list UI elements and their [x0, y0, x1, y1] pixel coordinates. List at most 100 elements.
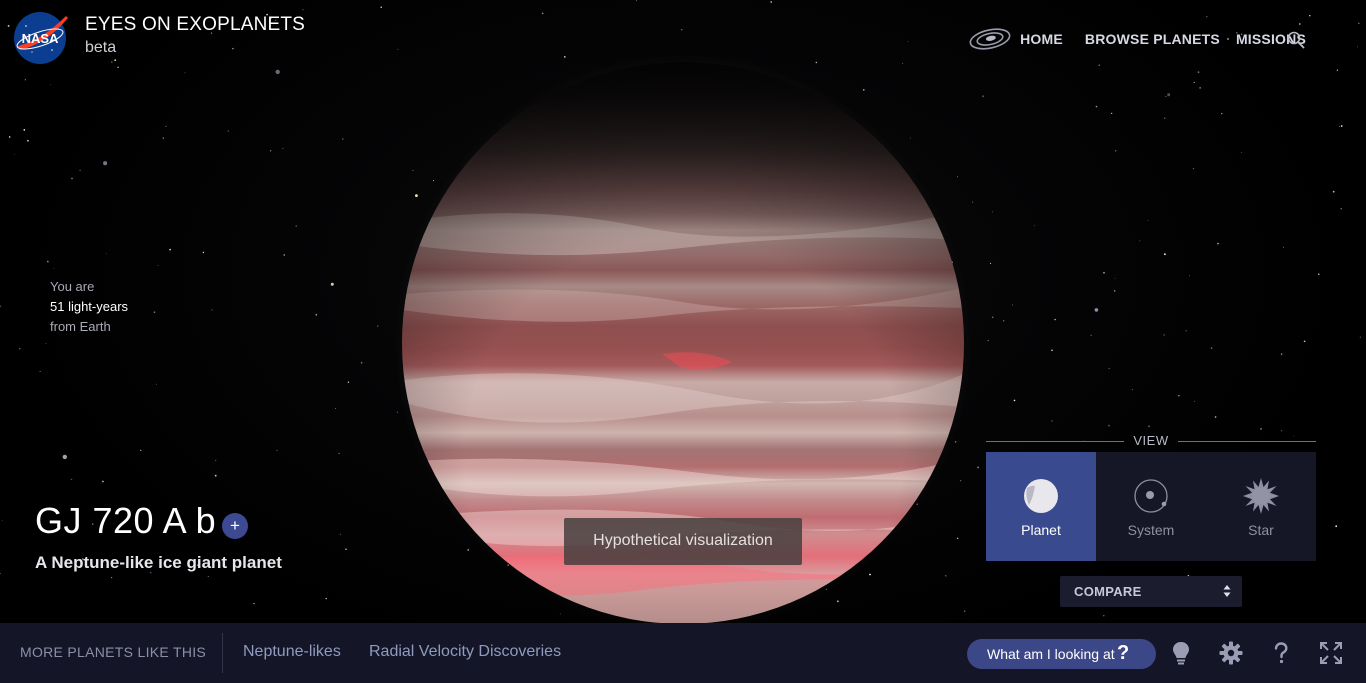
star-dot	[157, 264, 159, 266]
galaxy-icon[interactable]	[968, 26, 1012, 52]
star-dot	[1217, 242, 1219, 245]
help-icon[interactable]	[1268, 640, 1294, 666]
nasa-logo[interactable]: NASA	[12, 10, 68, 66]
what-am-i-looking-at-button[interactable]: What am I looking at ?	[967, 639, 1156, 669]
view-star-label: Star	[1248, 522, 1274, 538]
search-icon[interactable]	[1286, 30, 1306, 50]
star-dot	[1054, 318, 1056, 321]
star-dot	[169, 248, 171, 251]
star-dot	[339, 533, 341, 535]
tag-radial-velocity[interactable]: Radial Velocity Discoveries	[369, 643, 561, 661]
star-dot	[1167, 93, 1171, 97]
star-dot	[117, 66, 119, 69]
star-dot	[45, 343, 47, 344]
star-dot	[1094, 308, 1099, 312]
star-dot	[79, 169, 81, 172]
star-dot	[71, 177, 73, 180]
star-dot	[1336, 69, 1339, 71]
star-dot	[1098, 64, 1100, 66]
star-dot	[302, 9, 304, 11]
star-dot	[1309, 14, 1311, 17]
bottom-bar-divider	[222, 633, 223, 673]
star-dot	[1340, 125, 1343, 127]
planet-name: GJ 720 A b	[35, 500, 217, 541]
bottom-bar: MORE PLANETS LIKE THIS Neptune-likes Rad…	[0, 623, 1366, 683]
star-dot	[1340, 208, 1342, 210]
star-dot	[972, 201, 974, 203]
view-star-button[interactable]: Star	[1206, 452, 1316, 561]
view-system-button[interactable]: System	[1096, 452, 1206, 561]
star-dot	[907, 41, 909, 43]
star-dot	[24, 78, 27, 81]
star-dot	[269, 150, 272, 152]
distance-value: 51 light-years	[50, 299, 129, 314]
compare-dropdown[interactable]: COMPARE	[1060, 576, 1242, 607]
app-subtitle: beta	[85, 39, 117, 56]
star-dot	[0, 305, 2, 308]
view-selector: Planet System Star	[986, 452, 1316, 561]
star-dot	[165, 125, 167, 127]
star-dot	[1095, 105, 1098, 108]
planet-description: A Neptune-like ice giant planet	[35, 553, 282, 572]
star-dot	[376, 325, 379, 327]
star-dot	[62, 454, 67, 460]
star-dot	[397, 49, 399, 51]
star-dot	[105, 253, 107, 254]
star-dot	[1147, 219, 1149, 221]
star-dot	[992, 211, 993, 213]
star-dot	[140, 449, 142, 451]
nav-browse-planets[interactable]: BROWSE PLANETS	[1085, 31, 1220, 47]
view-planet-label: Planet	[1021, 522, 1061, 538]
star-dot	[1298, 23, 1301, 25]
gear-icon[interactable]	[1218, 640, 1244, 666]
star-dot	[1199, 87, 1201, 89]
star-dot	[1033, 225, 1035, 227]
star-dot	[360, 362, 363, 364]
add-to-favorites-button[interactable]: +	[222, 513, 248, 539]
star-dot	[114, 59, 117, 62]
star-dot	[345, 548, 347, 550]
nav-home[interactable]: HOME	[1020, 31, 1063, 47]
space-viewport[interactable]: NASA EYES ON EXOPLANETS beta HOME BROWSE…	[0, 0, 1366, 683]
hypothetical-visualization-badge: Hypothetical visualization	[564, 518, 802, 565]
star-dot	[1131, 389, 1133, 391]
star-dot	[1148, 425, 1150, 427]
sort-arrows-icon	[1223, 585, 1231, 597]
star-dot	[282, 147, 284, 149]
star-dot	[770, 1, 773, 3]
tag-neptune-likes[interactable]: Neptune-likes	[243, 643, 341, 661]
star-dot	[202, 251, 205, 254]
star-dot	[681, 29, 683, 31]
star-dot	[1103, 271, 1105, 274]
star-dot	[1108, 368, 1110, 370]
star-dot	[7, 24, 10, 27]
app-title[interactable]: EYES ON EXOPLANETS	[85, 14, 305, 36]
star-dot	[275, 69, 280, 75]
star-dot	[1206, 15, 1208, 18]
star-dot	[1163, 253, 1166, 256]
star-icon	[1243, 478, 1279, 514]
star-dot	[184, 72, 186, 74]
star-dot	[232, 47, 234, 50]
star-dot	[156, 383, 157, 385]
star-dot	[541, 12, 544, 15]
star-dot	[227, 130, 229, 132]
star-dot	[162, 137, 165, 139]
star-dot	[315, 313, 318, 316]
fullscreen-icon[interactable]	[1318, 640, 1344, 666]
star-dot	[342, 138, 344, 140]
star-dot	[1338, 125, 1340, 127]
system-icon	[1134, 479, 1168, 513]
view-planet-button[interactable]: Planet	[986, 452, 1096, 561]
nav-separator	[1226, 38, 1229, 40]
star-dot	[330, 282, 334, 286]
star-dot	[19, 348, 21, 350]
lightbulb-icon[interactable]	[1168, 640, 1194, 666]
view-divider-right	[1178, 441, 1316, 442]
star-dot	[26, 139, 29, 142]
star-dot	[103, 161, 108, 166]
more-planets-label: MORE PLANETS LIKE THIS	[20, 644, 207, 660]
star-dot	[253, 602, 255, 605]
star-dot	[1214, 416, 1217, 418]
star-dot	[335, 407, 337, 409]
